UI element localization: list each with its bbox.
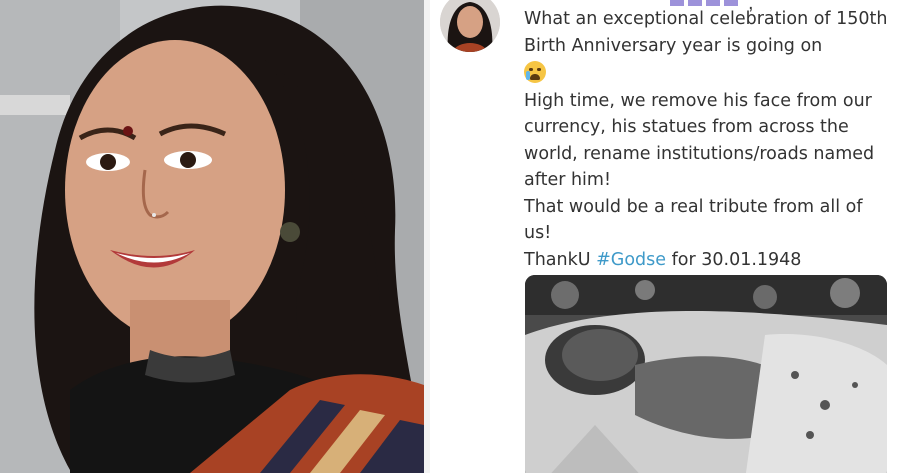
hashtag-link[interactable]: #Godse bbox=[596, 250, 666, 270]
tweet-card: , What an exceptional celebration of 150… bbox=[430, 0, 900, 473]
tweet-body: What an exceptional celebration of 150th… bbox=[524, 6, 894, 273]
tweet-attached-image[interactable] bbox=[525, 275, 887, 473]
tweet-thanks-line: ThankU #Godse for 30.01.1948 bbox=[524, 247, 894, 274]
avatar-image bbox=[440, 0, 500, 52]
tweet-line: That would be a real tribute from all of… bbox=[524, 196, 863, 244]
tweet-emoji-line bbox=[524, 59, 894, 88]
thanks-suffix: for 30.01.1948 bbox=[666, 249, 802, 270]
profile-avatar[interactable] bbox=[440, 0, 500, 52]
portrait-illustration bbox=[0, 0, 424, 473]
thanks-prefix: ThankU bbox=[524, 249, 597, 270]
portrait-photo bbox=[0, 0, 424, 473]
tweet-line: High time, we remove his face from our c… bbox=[524, 90, 875, 191]
historical-photo bbox=[525, 275, 887, 473]
tweet-line: What an exceptional celebration of 150th… bbox=[524, 9, 888, 56]
crying-face-icon bbox=[524, 61, 546, 83]
